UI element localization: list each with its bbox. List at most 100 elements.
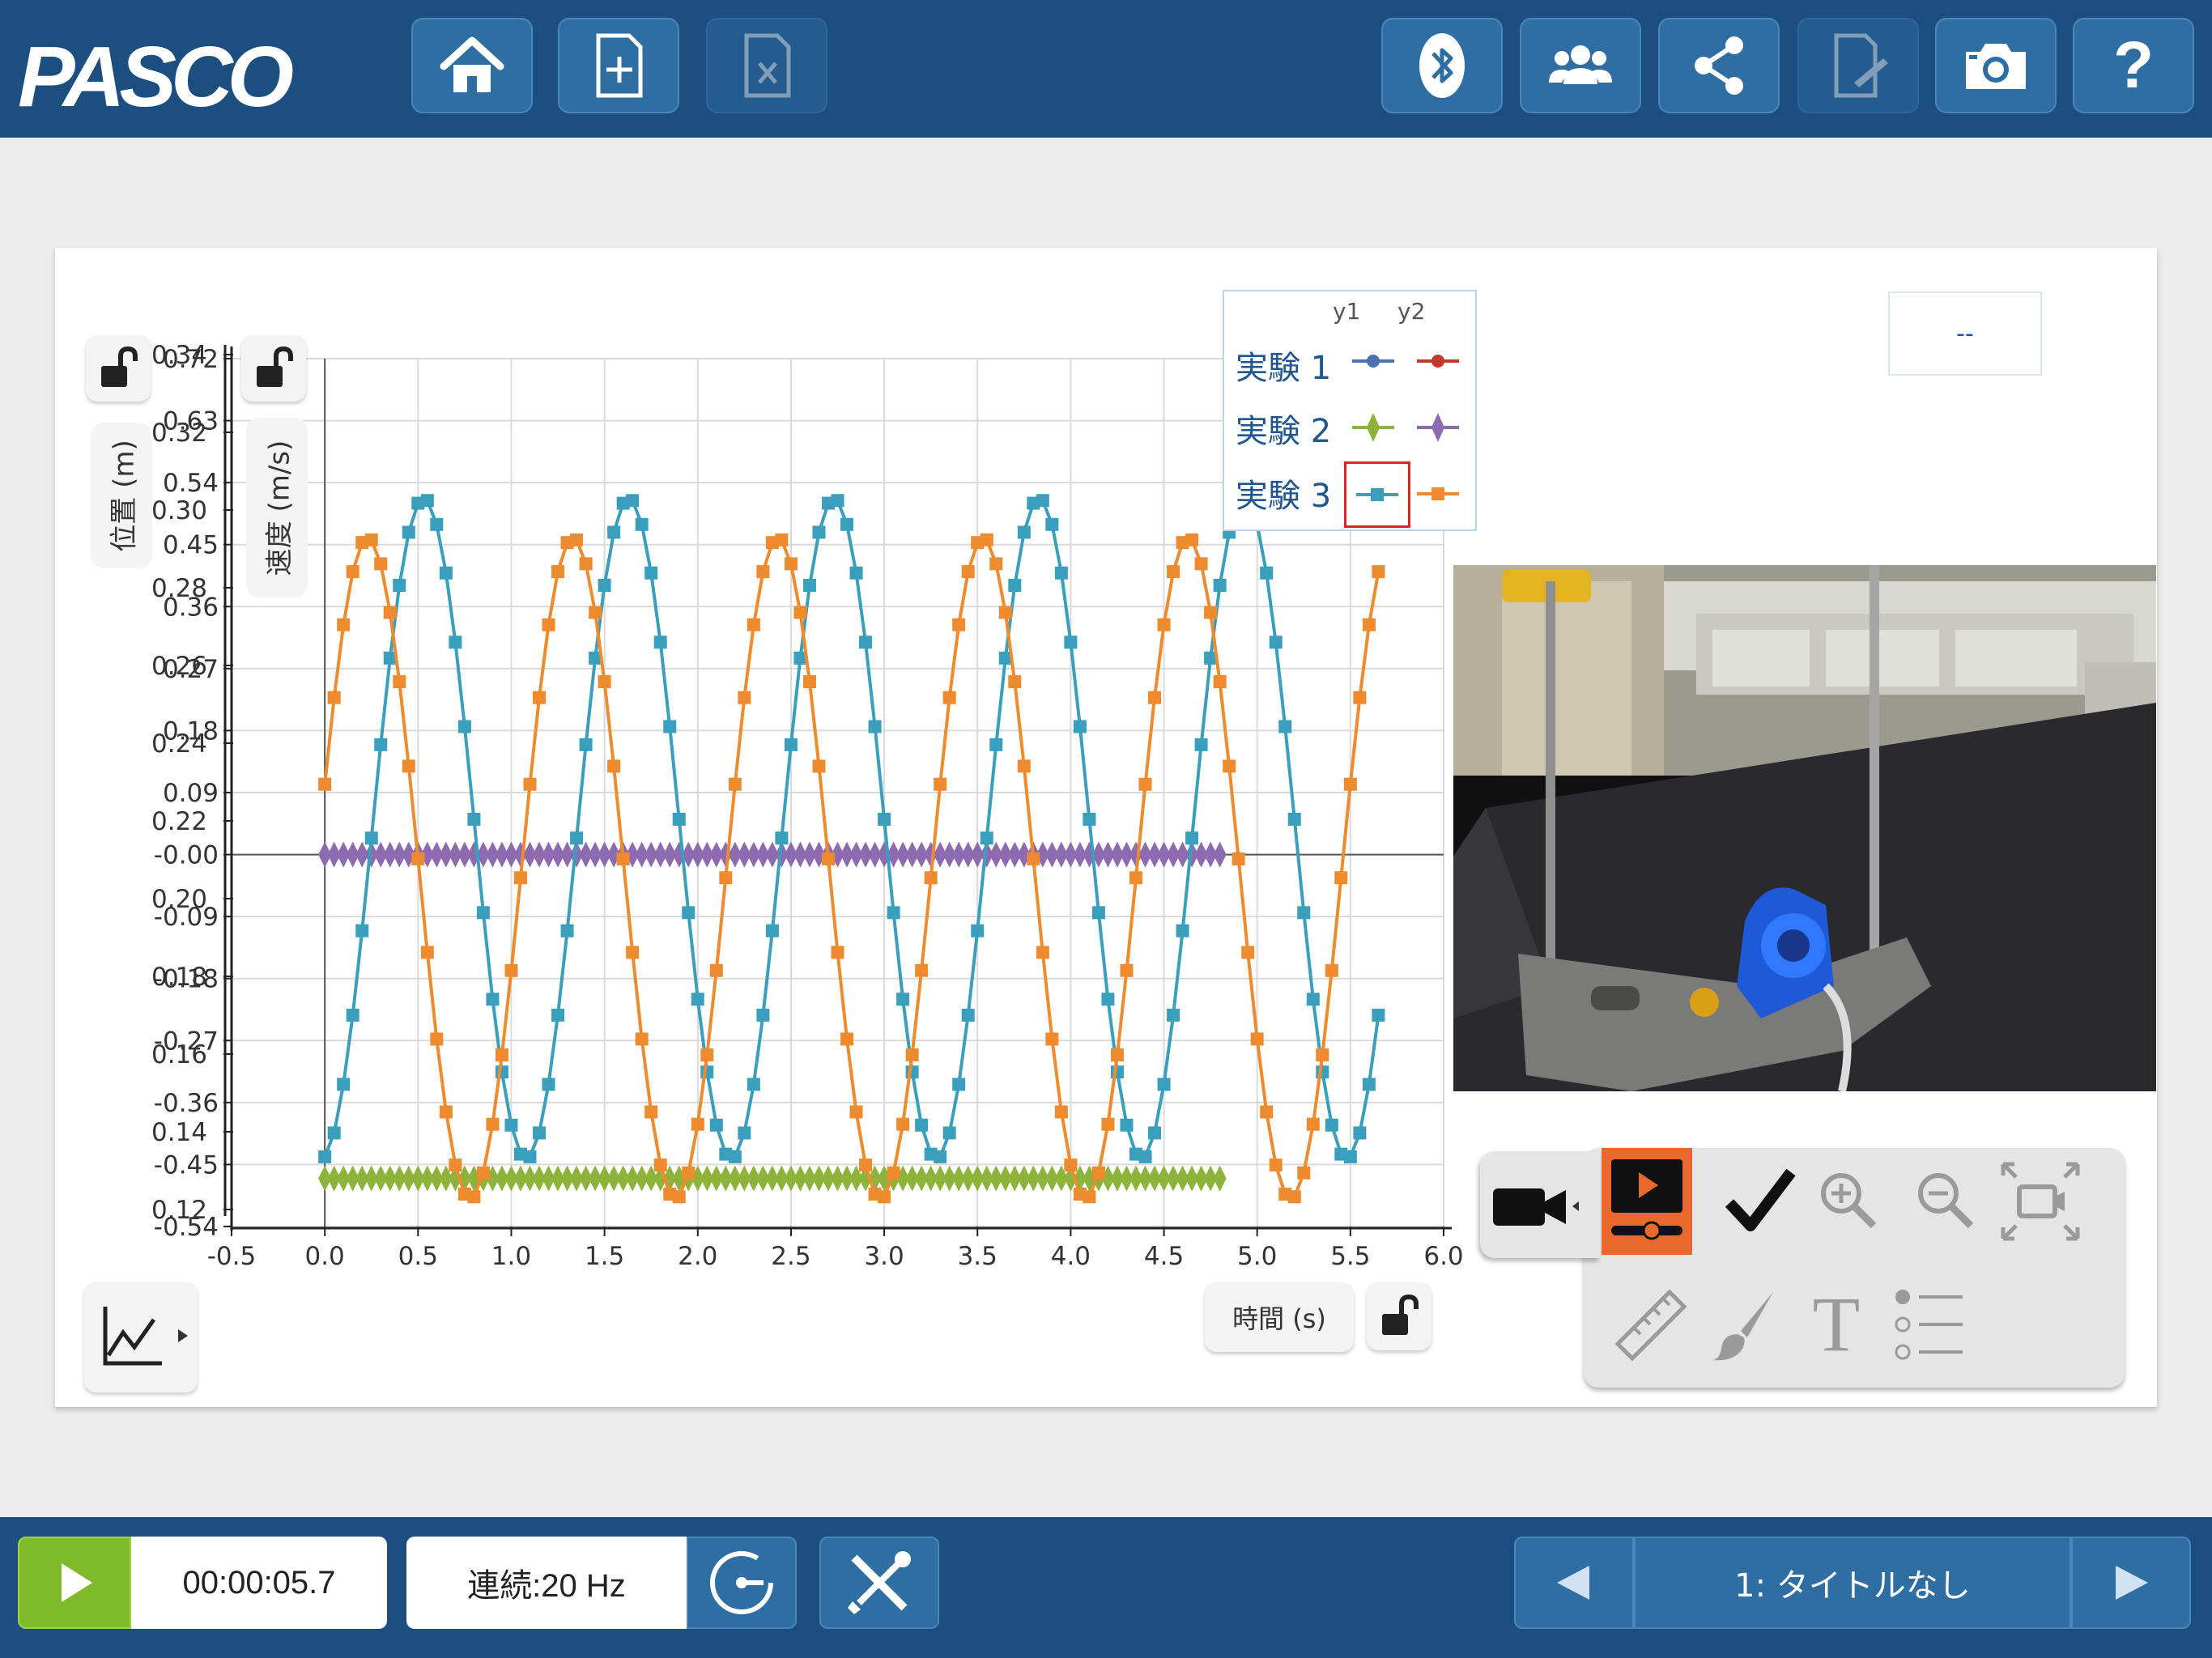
new-file-button[interactable] [558, 18, 679, 113]
data-point [1064, 636, 1078, 649]
start-button[interactable] [18, 1537, 131, 1629]
data-point [784, 738, 798, 751]
y1-tick-label: 0.16 [151, 1040, 207, 1069]
text-tool-icon[interactable]: T [1804, 1284, 1869, 1365]
y1-tick-label: 0.30 [151, 496, 207, 525]
y1-axis-lock-button[interactable] [86, 335, 151, 402]
data-point [1036, 946, 1049, 959]
data-point [1223, 759, 1236, 773]
data-point [1176, 924, 1189, 937]
data-point [579, 557, 593, 571]
run1-y2-swatch[interactable] [1414, 353, 1462, 369]
data-point [728, 1150, 742, 1163]
close-file-icon [744, 33, 791, 98]
legend-item-run1[interactable]: 実験 1 [1236, 342, 1331, 389]
data-point [942, 691, 956, 704]
data-point [449, 1158, 462, 1172]
data-point [327, 691, 341, 704]
legend-item-run3[interactable]: 実験 3 [1236, 470, 1331, 517]
y2-axis-lock-button[interactable] [241, 335, 306, 402]
data-point [934, 1150, 947, 1163]
data-point [691, 993, 704, 1006]
sampling-mode[interactable]: 連続:20 Hz [406, 1537, 687, 1629]
users-button[interactable] [1520, 18, 1641, 113]
previous-page-button[interactable] [1514, 1537, 1634, 1629]
help-button[interactable]: ? [2073, 18, 2194, 113]
data-point [626, 946, 640, 959]
y1-tick-label: 0.28 [151, 574, 207, 603]
close-file-button[interactable] [706, 18, 827, 113]
fit-frame-button[interactable] [1998, 1159, 2082, 1247]
run3-y2-swatch[interactable] [1414, 486, 1462, 502]
series-line [323, 498, 1380, 1159]
share-button[interactable] [1658, 18, 1780, 113]
data-point [840, 1032, 854, 1046]
data-point [971, 924, 985, 937]
x-tick-label: 4.0 [1051, 1242, 1091, 1271]
data-point [579, 738, 593, 751]
video-frame[interactable] [1453, 565, 2156, 1091]
data-point [551, 565, 565, 579]
y2-tick-label: 0.54 [163, 469, 219, 498]
data-point [709, 1118, 723, 1132]
data-point [998, 606, 1012, 619]
bluetooth-button[interactable] [1381, 18, 1503, 113]
data-point [1325, 963, 1338, 977]
playback-button[interactable] [1602, 1148, 1692, 1255]
home-button[interactable] [411, 18, 533, 113]
zoom-in-button[interactable] [1815, 1167, 1880, 1235]
data-point [635, 1032, 649, 1046]
camera-button[interactable] [1935, 18, 2057, 113]
next-page-button[interactable] [2071, 1537, 2191, 1629]
run2-y1-swatch[interactable] [1349, 410, 1397, 445]
run3-y1-swatch [1356, 488, 1398, 501]
users-icon [1549, 45, 1612, 84]
data-point [952, 618, 966, 631]
data-point [849, 566, 863, 580]
hardware-setup-button[interactable] [819, 1537, 939, 1629]
journal-button[interactable] [1797, 18, 1919, 113]
camera-icon [1966, 44, 2026, 89]
data-point [989, 557, 1003, 571]
y2-axis-label[interactable]: 速度 (m/s) [246, 418, 308, 597]
unlock-icon [101, 346, 138, 387]
graph-tool-icon [103, 1307, 188, 1366]
data-point [1083, 812, 1096, 826]
video-camera-icon [1493, 1188, 1579, 1226]
sampling-options-button[interactable] [687, 1537, 797, 1629]
data-point [952, 1078, 966, 1091]
lab-photo [1453, 565, 2156, 1091]
data-point [393, 675, 406, 689]
run2-y2-swatch[interactable] [1414, 410, 1462, 445]
coordinate-readout[interactable]: -- [1888, 291, 2042, 376]
data-point [1008, 579, 1022, 593]
accept-button[interactable] [1723, 1164, 1796, 1240]
brush-button[interactable] [1705, 1284, 1786, 1368]
ruler-button[interactable] [1610, 1284, 1691, 1368]
legend[interactable]: y1 y2 実験 1 実験 2 実験 3 [1223, 290, 1477, 531]
data-point [728, 777, 742, 791]
run3-y1-selected-frame[interactable] [1344, 461, 1410, 528]
video-source-button[interactable] [1480, 1151, 1600, 1258]
data-point [346, 1008, 359, 1022]
data-point [1045, 1032, 1059, 1046]
data-point [1138, 777, 1152, 791]
run1-y1-swatch[interactable] [1349, 353, 1397, 369]
legend-item-run2[interactable]: 実験 2 [1236, 405, 1331, 452]
zoom-out-button[interactable] [1912, 1167, 1977, 1235]
data-point [653, 636, 667, 649]
data-point [1278, 720, 1292, 733]
list-button[interactable] [1893, 1286, 1966, 1367]
data-point [1008, 675, 1022, 689]
list-icon [1895, 1290, 1963, 1360]
data-point [934, 777, 947, 791]
graph-tools-button[interactable] [84, 1282, 198, 1392]
page-title-button[interactable]: 1: タイトルなし [1634, 1537, 2071, 1629]
x-axis-lock-button[interactable] [1367, 1282, 1431, 1350]
x-tick-label: 0.0 [304, 1242, 344, 1271]
data-point [682, 1166, 696, 1180]
x-axis-label[interactable]: 時間 (s) [1205, 1282, 1354, 1352]
x-tick-label: 2.0 [678, 1242, 717, 1271]
y1-axis-label[interactable]: 位置 (m) [91, 423, 152, 568]
data-point [821, 852, 835, 865]
